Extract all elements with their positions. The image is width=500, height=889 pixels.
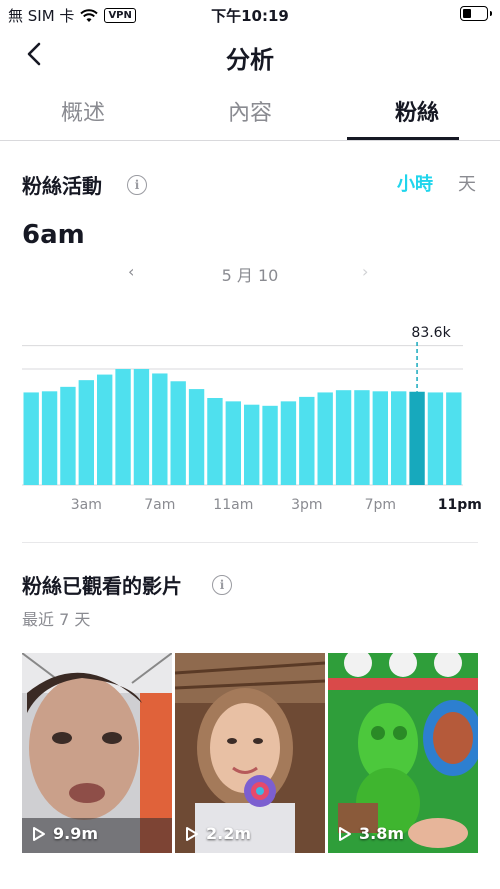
view-count: 9.9m: [32, 824, 98, 843]
chart-tick-label: 11pm: [438, 497, 482, 513]
tab-content[interactable]: 內容: [167, 95, 333, 127]
video-thumbnail-image: [175, 653, 325, 853]
chart-bar[interactable]: [244, 404, 260, 485]
video-thumbnail[interactable]: 9.9m: [22, 653, 172, 853]
play-icon: [339, 826, 351, 841]
chart-bar[interactable]: [23, 392, 39, 485]
chart-bar[interactable]: [335, 390, 352, 485]
video-thumbnail-image: [22, 653, 172, 853]
page-title: 分析: [226, 46, 274, 74]
follower-activity-title: 粉絲活動: [22, 174, 102, 198]
chart-bar[interactable]: [115, 369, 131, 485]
chart-bar[interactable]: [372, 391, 388, 485]
chart-bar[interactable]: [170, 381, 186, 485]
chart-bar[interactable]: [60, 386, 76, 485]
follower-activity-chart: 83.6k 3am 7am 11am 3pm 7pm 11pm: [22, 325, 482, 513]
view-count-value: 9.9m: [53, 824, 99, 843]
chart-bar[interactable]: [391, 391, 407, 485]
view-count: 3.8m: [338, 824, 404, 843]
next-date-chevron-icon[interactable]: ›: [362, 262, 368, 281]
chart-bar[interactable]: [41, 391, 58, 485]
view-count: 2.2m: [185, 824, 251, 843]
clock: 下午10:19: [211, 7, 289, 25]
chart-bar[interactable]: [78, 380, 94, 485]
section-divider: [22, 542, 478, 543]
tab-followers[interactable]: 粉絲: [334, 95, 500, 127]
video-thumbnail[interactable]: 2.2m: [175, 653, 325, 853]
followers-videos-subtitle: 最近 7 天: [22, 610, 91, 629]
play-icon: [33, 826, 45, 841]
chart-bar[interactable]: [262, 405, 278, 485]
play-icon: [186, 826, 198, 841]
chart-bar[interactable]: [207, 398, 223, 485]
selected-time: 6am: [22, 220, 85, 250]
followers-videos-title: 粉絲已觀看的影片: [22, 574, 182, 598]
tab-divider: [0, 140, 500, 141]
battery-icon: [460, 6, 492, 21]
chart-bar[interactable]: [152, 373, 168, 485]
chart-bar[interactable]: [299, 396, 315, 485]
chart-bar[interactable]: [133, 369, 150, 485]
chart-bar[interactable]: [280, 401, 297, 485]
watermark: 知乎 @Antony: [391, 861, 488, 877]
date-label: 5 月 10: [221, 266, 279, 285]
toggle-day[interactable]: 天: [458, 170, 476, 196]
chart-bar[interactable]: [188, 389, 205, 485]
tab-overview[interactable]: 概述: [0, 95, 166, 127]
chart-tick-label: 7am: [144, 497, 175, 513]
video-thumbnail[interactable]: 3.8m: [328, 653, 478, 853]
chart-bar[interactable]: [225, 401, 241, 485]
chart-tick-label: 11am: [213, 497, 253, 513]
chart-bar-highlighted[interactable]: [409, 391, 425, 485]
chart-bar[interactable]: [317, 392, 333, 485]
toggle-hour[interactable]: 小時: [397, 170, 433, 196]
view-count-value: 2.2m: [206, 824, 252, 843]
view-count-value: 3.8m: [359, 824, 405, 843]
info-icon[interactable]: i: [212, 575, 232, 595]
video-thumbnail-image: [328, 653, 478, 853]
chart-tick-label: 3am: [71, 497, 102, 513]
status-bar: 無 SIM 卡 VPN 下午10:19: [0, 0, 500, 28]
chart-bar[interactable]: [446, 392, 462, 485]
chart-tick-label: 3pm: [291, 497, 322, 513]
chart-bar[interactable]: [97, 374, 113, 485]
chart-bar[interactable]: [354, 390, 370, 485]
info-icon[interactable]: i: [127, 175, 147, 195]
chart-tick-label: 7pm: [365, 497, 396, 513]
chart-bar[interactable]: [427, 392, 444, 485]
chart-data-label: 83.6k: [411, 325, 451, 341]
